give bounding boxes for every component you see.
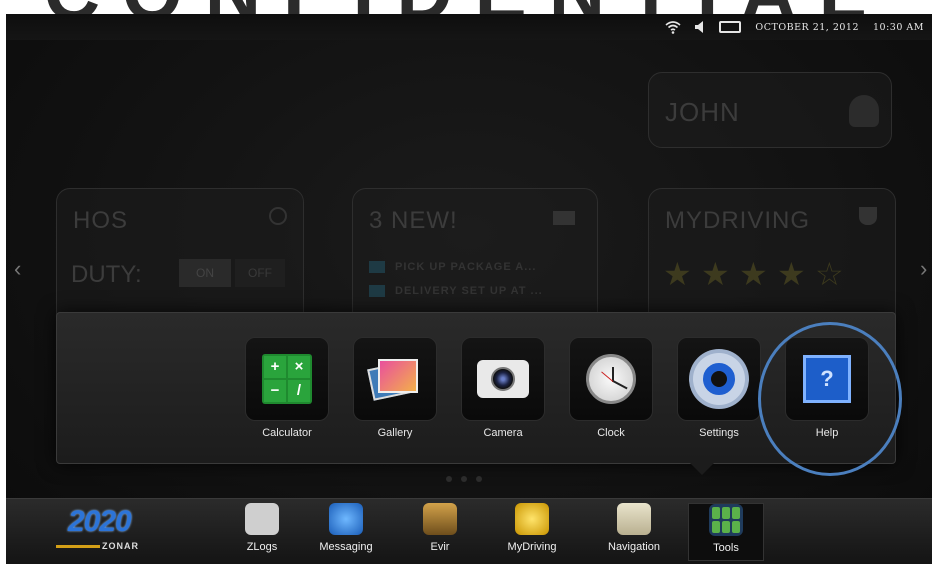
duty-off-toggle: OFF xyxy=(235,259,285,287)
speaker-icon xyxy=(695,21,704,33)
dock-label: ZLogs xyxy=(246,541,278,553)
taskbar: 2020 ZONAR ZLogs Messaging Evir MyDrivin… xyxy=(6,498,932,564)
chevron-right-icon: › xyxy=(920,256,928,281)
status-time: 10:30 AM xyxy=(873,21,924,33)
user-name: JOHN xyxy=(665,97,740,127)
hos-widget: HOS DUTY: ON OFF xyxy=(56,188,304,328)
brand-logo: 2020 ZONAR xyxy=(50,505,160,561)
duty-on-toggle: ON xyxy=(179,259,231,287)
wifi-icon xyxy=(665,21,681,34)
messaging-icon xyxy=(329,503,363,535)
status-date: OCTOBER 21, 2012 xyxy=(755,21,859,33)
app-label: Clock xyxy=(597,427,625,439)
dock-item-evir[interactable]: Evir xyxy=(402,503,478,561)
dock-label: Tools xyxy=(713,542,739,554)
messages-widget: 3 NEW! PICK UP PACKAGE A... DELIVERY SET… xyxy=(352,188,598,328)
dock-label: Evir xyxy=(430,541,450,553)
calculator-icon: + × − / xyxy=(262,354,312,404)
brand-stripe xyxy=(56,545,100,548)
app-calculator[interactable]: + × − / Calculator xyxy=(245,337,329,439)
gallery-icon xyxy=(367,357,420,401)
app-clock[interactable]: Clock xyxy=(569,337,653,439)
message-text: DELIVERY SET UP AT ... xyxy=(395,285,543,297)
trophy-icon xyxy=(859,207,877,225)
app-label: Calculator xyxy=(262,427,312,439)
duty-label: DUTY: xyxy=(71,261,142,288)
half-star-icon: ☆ xyxy=(815,256,844,292)
dock-item-messaging[interactable]: Messaging xyxy=(308,503,384,561)
chevron-left-icon: ‹ xyxy=(14,256,22,281)
app-label: Gallery xyxy=(377,427,413,439)
dock-label: Messaging xyxy=(319,541,373,553)
mail-icon xyxy=(553,211,575,225)
message-item: PICK UP PACKAGE A... xyxy=(369,261,536,273)
dock-label: Navigation xyxy=(608,541,660,553)
user-widget: JOHN xyxy=(648,72,892,148)
clock-icon xyxy=(269,207,287,225)
brand-name: ZONAR xyxy=(102,541,139,551)
help-highlight-ring xyxy=(758,322,902,476)
message-item: DELIVERY SET UP AT ... xyxy=(369,285,543,297)
app-camera[interactable]: Camera xyxy=(461,337,545,439)
dock-item-tools[interactable]: Tools xyxy=(688,503,764,561)
gear-icon xyxy=(693,353,745,405)
message-bullet-icon xyxy=(369,285,385,297)
mydriving-icon xyxy=(515,503,549,535)
star-rating: ★ ★ ★ ★ ☆ xyxy=(663,256,845,292)
navigation-icon xyxy=(617,503,651,535)
star-icon: ★ xyxy=(663,256,692,292)
dock-item-navigation[interactable]: Navigation xyxy=(596,503,672,561)
star-icon: ★ xyxy=(701,256,730,292)
app-label: Camera xyxy=(483,427,523,439)
zlogs-icon xyxy=(245,503,279,535)
message-text: PICK UP PACKAGE A... xyxy=(395,261,537,273)
brand-number: 2020 xyxy=(68,505,132,538)
battery-icon xyxy=(719,21,742,33)
hos-title: HOS xyxy=(73,207,129,234)
app-settings[interactable]: Settings xyxy=(677,337,761,439)
app-gallery[interactable]: Gallery xyxy=(353,337,437,439)
dock-item-mydriving[interactable]: MyDriving xyxy=(494,503,570,561)
message-bullet-icon xyxy=(369,261,385,273)
tools-panel-pointer xyxy=(690,463,714,475)
camera-icon xyxy=(477,360,529,398)
messages-title: 3 NEW! xyxy=(369,207,458,234)
clock-icon xyxy=(586,354,636,404)
mydriving-title: MYDRIVING xyxy=(665,207,811,234)
mydriving-widget: MYDRIVING ★ ★ ★ ★ ☆ xyxy=(648,188,896,328)
dock-label: MyDriving xyxy=(507,541,557,553)
page-indicator xyxy=(446,476,482,482)
evir-icon xyxy=(423,503,457,535)
tools-icon xyxy=(709,504,743,536)
app-label: Settings xyxy=(699,427,739,439)
device-screen: OCTOBER 21, 2012 10:30 AM JOHN ‹ › HOS D… xyxy=(6,14,932,564)
status-bar: OCTOBER 21, 2012 10:30 AM xyxy=(6,14,932,40)
avatar xyxy=(849,95,879,127)
star-icon: ★ xyxy=(739,256,768,292)
dock-item-zlogs[interactable]: ZLogs xyxy=(224,503,300,561)
star-icon: ★ xyxy=(777,256,806,292)
